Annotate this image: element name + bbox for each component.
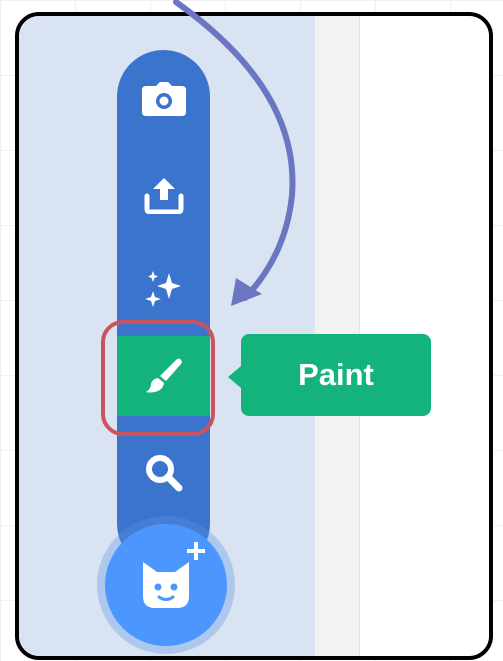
- annotation-arrow: [173, 0, 296, 306]
